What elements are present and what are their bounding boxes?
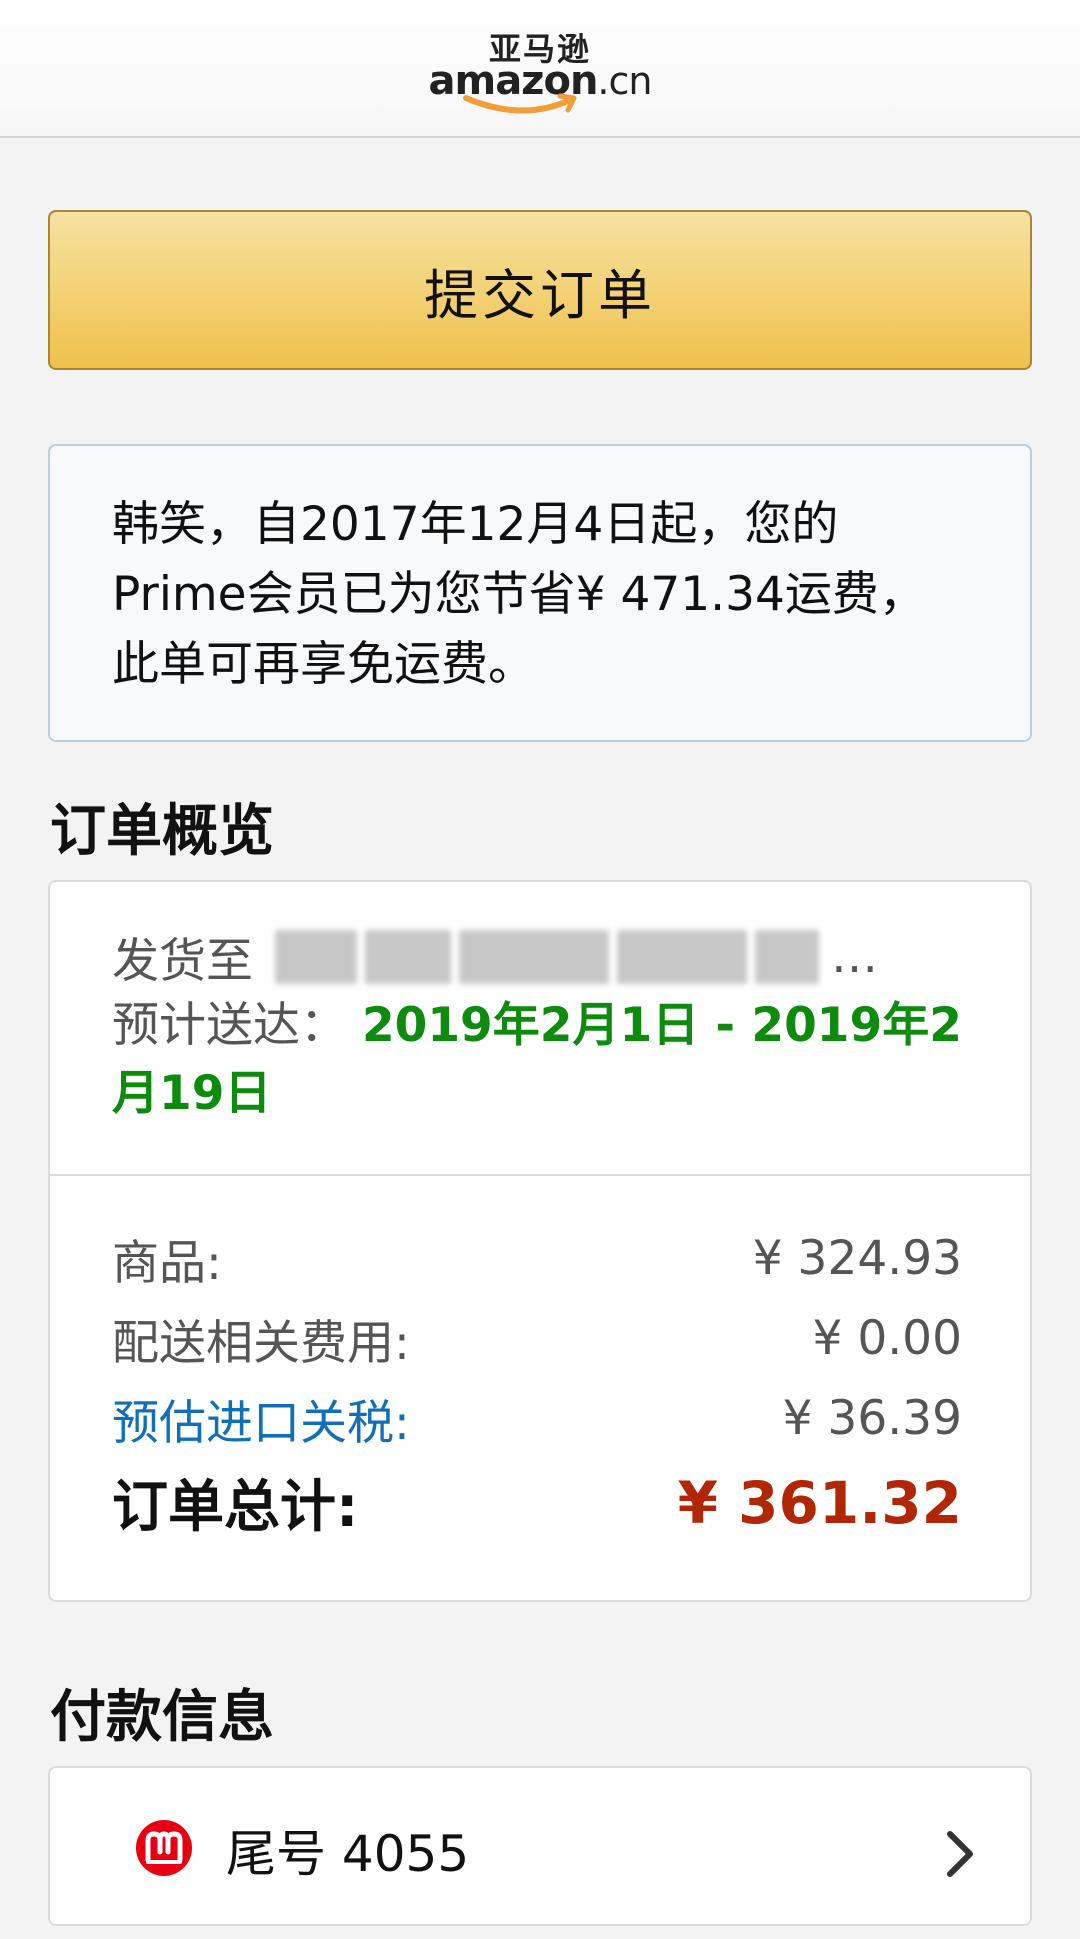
- card-tail-number: 尾号 4055: [226, 1825, 470, 1883]
- payment-info-title: 付款信息: [50, 1685, 274, 1750]
- order-total-value: ¥ 361.32: [677, 1468, 962, 1537]
- shipping-fee-row: 配送相关费用: ¥ 0.00: [112, 1304, 962, 1373]
- row-value: ¥ 36.39: [782, 1391, 962, 1446]
- amazon-smile-icon: [463, 93, 577, 114]
- shipping-address-redacted: [275, 926, 827, 988]
- import-duty-link[interactable]: 预估进口关税:: [112, 1384, 410, 1453]
- delivery-label: 预计送达：: [112, 998, 347, 1053]
- items-subtotal-row: 商品: ¥ 324.93: [112, 1224, 962, 1293]
- prime-notice-text: 韩笑，自2017年12月4日起，您的Prime会员已为您节省¥ 471.34运费…: [112, 497, 926, 692]
- amazon-logo[interactable]: 亚马逊 amazon.cn: [0, 24, 1080, 114]
- order-total-label: 订单总计:: [112, 1475, 359, 1540]
- chevron-right-icon[interactable]: [940, 1824, 980, 1884]
- order-overview-card[interactable]: 发货至 … 预计送达： 2019年2月1日 - 2019年2月19日 商品: ¥…: [48, 880, 1032, 1602]
- address-ellipsis: …: [831, 929, 878, 984]
- cmb-bank-logo-icon: [136, 1820, 192, 1876]
- row-label: 商品:: [112, 1236, 222, 1291]
- row-label: 配送相关费用:: [112, 1316, 410, 1371]
- estimated-delivery: 预计送达： 2019年2月1日 - 2019年2月19日: [112, 992, 992, 1128]
- order-total-row: 订单总计: ¥ 361.32: [112, 1462, 962, 1543]
- submit-order-button[interactable]: 提交订单: [48, 210, 1032, 370]
- logo-suffix: .cn: [597, 59, 652, 103]
- import-duty-row: 预估进口关税: ¥ 36.39: [112, 1384, 962, 1453]
- app-header: 亚马逊 amazon.cn: [0, 0, 1080, 138]
- row-value: ¥ 0.00: [812, 1311, 963, 1366]
- order-overview-title: 订单概览: [50, 799, 274, 864]
- ship-to-label: 发货至: [112, 934, 253, 989]
- ship-to-line[interactable]: 发货至 …: [112, 922, 878, 991]
- prime-savings-notice: 韩笑，自2017年12月4日起，您的Prime会员已为您节省¥ 471.34运费…: [48, 444, 1032, 742]
- card-divider: [50, 1174, 1030, 1176]
- payment-method-card[interactable]: 尾号 4055: [48, 1766, 1032, 1926]
- row-value: ¥ 324.93: [752, 1231, 962, 1286]
